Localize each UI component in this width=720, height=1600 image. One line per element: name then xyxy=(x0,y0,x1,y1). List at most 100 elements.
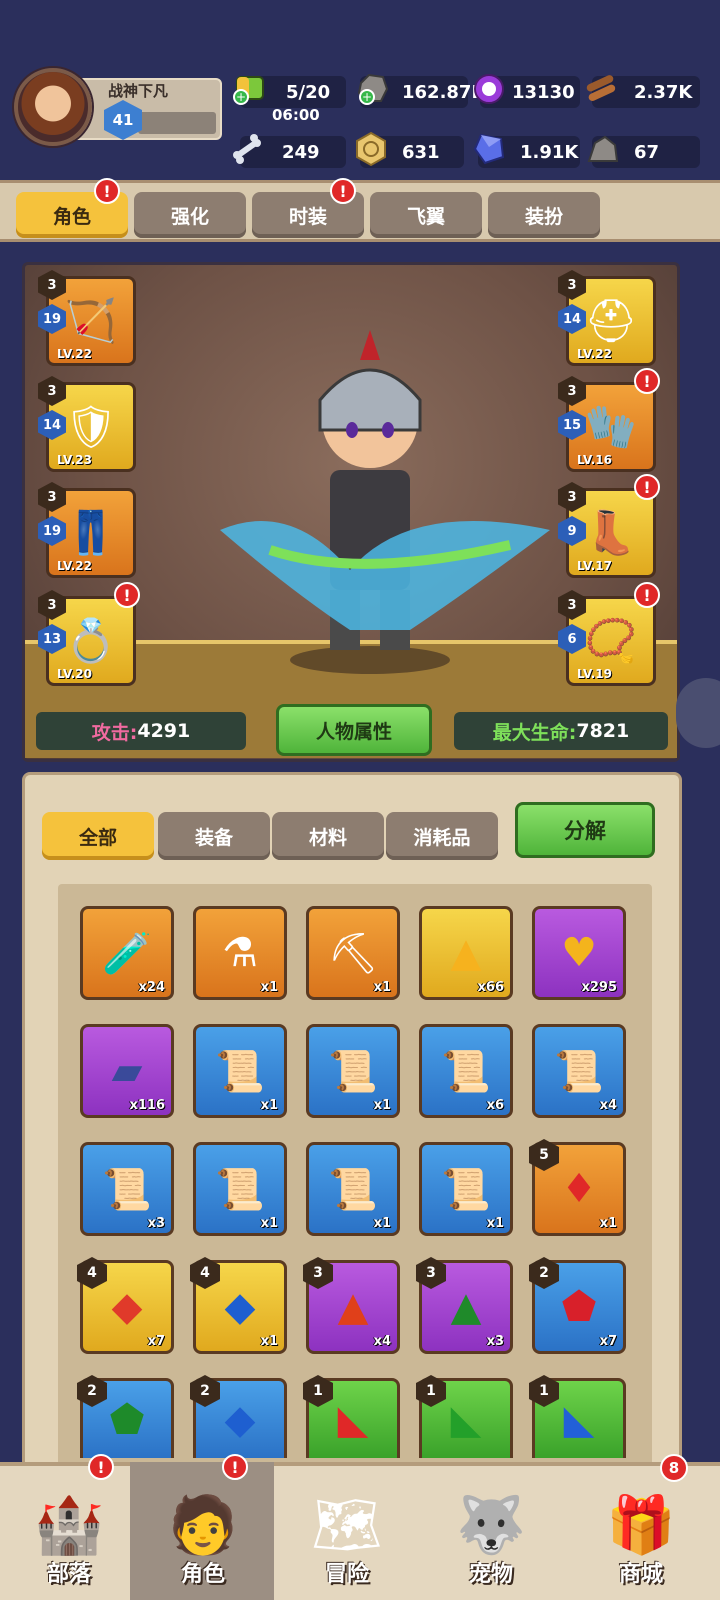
blue-gem-icon: ◆ xyxy=(224,1396,256,1443)
inventory-item[interactable]: ◆ 2 xyxy=(190,1375,287,1458)
nav-alert-badge: ! xyxy=(88,1454,114,1480)
blue-shard-icon: ◣ xyxy=(563,1396,595,1443)
equip-alert-badge: ! xyxy=(634,368,660,394)
inventory-item[interactable]: ▰ x116 xyxy=(80,1024,174,1118)
side-expand-button[interactable] xyxy=(676,678,720,748)
inventory-item[interactable]: ♥ x295 xyxy=(532,906,626,1000)
scroll-icon: 📜 xyxy=(215,1166,265,1213)
tab-1[interactable]: 强化 xyxy=(134,192,246,238)
cloth-icon: ▰ xyxy=(111,1048,143,1094)
item-star-badge: 1 xyxy=(416,1375,446,1407)
inventory-item[interactable]: 📜 x3 xyxy=(80,1142,174,1236)
ore-value: 67 xyxy=(634,141,660,163)
scroll-icon: 📜 xyxy=(102,1166,152,1213)
hp-value: 7821 xyxy=(576,720,630,742)
equip-alert-badge: ! xyxy=(634,474,660,500)
item-count: x7 xyxy=(599,1334,617,1349)
equip-level: LV.17 xyxy=(577,559,612,573)
inventory-item[interactable]: ◆ x7 4 xyxy=(77,1257,174,1354)
stamina-timer: 06:00 xyxy=(272,106,320,124)
tab-4[interactable]: 装扮 xyxy=(488,192,600,238)
inventory-item[interactable]: 📜 x1 xyxy=(193,1142,287,1236)
inventory-item[interactable]: ♦ x1 5 xyxy=(529,1139,626,1236)
attack-label: 攻击: xyxy=(91,721,138,744)
inventory-tab-1[interactable]: 装备 xyxy=(158,812,270,860)
inventory-item[interactable]: 📜 x1 xyxy=(419,1142,513,1236)
equip-alert-badge: ! xyxy=(634,582,660,608)
inventory-tab-0[interactable]: 全部 xyxy=(42,812,154,860)
gold-heart-icon: ♥ xyxy=(561,930,597,976)
blue-gem-icon: ◆ xyxy=(224,1284,256,1330)
tab-alert-badge: ! xyxy=(94,178,120,204)
item-count: x116 xyxy=(129,1098,165,1113)
inventory-item[interactable]: ◣ 1 xyxy=(529,1375,626,1458)
nav-alert-badge: 8 xyxy=(660,1454,688,1482)
avatar[interactable] xyxy=(14,68,92,146)
item-count: x7 xyxy=(147,1334,165,1349)
nav-label: 角色 xyxy=(180,1562,225,1587)
equip-level: LV.19 xyxy=(577,667,612,681)
inventory-tab-3[interactable]: 消耗品 xyxy=(386,812,498,860)
inventory-item[interactable]: ▲ x4 3 xyxy=(303,1257,400,1354)
inventory-item[interactable]: ◣ 1 xyxy=(303,1375,400,1458)
bone-value: 249 xyxy=(282,141,320,163)
inventory-tab-2[interactable]: 材料 xyxy=(272,812,384,860)
inventory-item[interactable]: ⬟ x7 2 xyxy=(529,1257,626,1354)
nav-shop[interactable]: 🎁 商城 xyxy=(576,1466,706,1598)
inventory-item[interactable]: ▲ x3 3 xyxy=(416,1257,513,1354)
item-star-badge: 2 xyxy=(529,1257,559,1289)
inventory-item[interactable]: ⛏ x1 xyxy=(306,906,400,1000)
inventory-item[interactable]: 📜 x6 xyxy=(419,1024,513,1118)
item-star-badge: 4 xyxy=(77,1257,107,1289)
item-count: x4 xyxy=(373,1334,391,1349)
inventory-item[interactable]: 📜 x1 xyxy=(306,1142,400,1236)
item-count: x1 xyxy=(486,1216,504,1231)
inventory-item[interactable]: ⬟ 2 xyxy=(77,1375,174,1458)
boots-icon: 👢 xyxy=(584,508,638,557)
nav-character[interactable]: 🧑 角色 xyxy=(138,1466,268,1598)
inventory-item[interactable]: ▲ x66 xyxy=(419,906,513,1000)
item-star-badge: 4 xyxy=(190,1257,220,1289)
item-count: x3 xyxy=(486,1334,504,1349)
svg-text:+: + xyxy=(362,90,372,104)
gem-icon xyxy=(470,130,508,168)
tribe-icon: 🏰 xyxy=(34,1493,104,1558)
item-count: x295 xyxy=(581,980,617,995)
coin-value: 631 xyxy=(402,141,440,163)
item-count: x1 xyxy=(260,1334,278,1349)
svg-text:+: + xyxy=(236,90,246,104)
equip-level: LV.16 xyxy=(577,453,612,467)
item-count: x1 xyxy=(260,1098,278,1113)
inventory-item[interactable]: ◣ 1 xyxy=(416,1375,513,1458)
inventory-item[interactable]: ◆ x1 4 xyxy=(190,1257,287,1354)
item-star-badge: 2 xyxy=(77,1375,107,1407)
ore-icon xyxy=(584,130,622,168)
nav-pet[interactable]: 🐺 宠物 xyxy=(426,1466,556,1598)
bow-icon: 🏹 xyxy=(64,296,118,345)
gold-pile-icon: ▲ xyxy=(450,930,482,976)
inventory-item[interactable]: 🧪 x24 xyxy=(80,906,174,1000)
nav-label: 宠物 xyxy=(468,1562,513,1587)
inventory-item[interactable]: 📜 x1 xyxy=(306,1024,400,1118)
magic-orb-icon xyxy=(470,70,508,108)
wood-icon xyxy=(582,70,620,108)
item-count: x1 xyxy=(599,1216,617,1231)
nav-tribe[interactable]: 🏰 部落 xyxy=(4,1466,134,1598)
character-attributes-button[interactable]: 人物属性 xyxy=(276,704,432,756)
inventory-item[interactable]: 📜 x4 xyxy=(532,1024,626,1118)
item-star-badge: 3 xyxy=(303,1257,333,1289)
equip-level: LV.22 xyxy=(577,347,612,361)
decompose-button[interactable]: 分解 xyxy=(515,802,655,858)
character-icon: 🧑 xyxy=(168,1493,238,1558)
equip-level: LV.23 xyxy=(57,453,92,467)
inventory-item[interactable]: 📜 x1 xyxy=(193,1024,287,1118)
nav-map[interactable]: 🗺 冒险 xyxy=(282,1466,412,1598)
item-count: x1 xyxy=(260,980,278,995)
stamina-value: 5/20 xyxy=(286,81,331,103)
tab-3[interactable]: 飞翼 xyxy=(370,192,482,238)
inventory-item[interactable]: ⚗ x1 xyxy=(193,906,287,1000)
shop-icon: 🎁 xyxy=(606,1493,676,1558)
item-count: x24 xyxy=(138,980,165,995)
exp-bar xyxy=(138,112,216,134)
equip-alert-badge: ! xyxy=(114,582,140,608)
